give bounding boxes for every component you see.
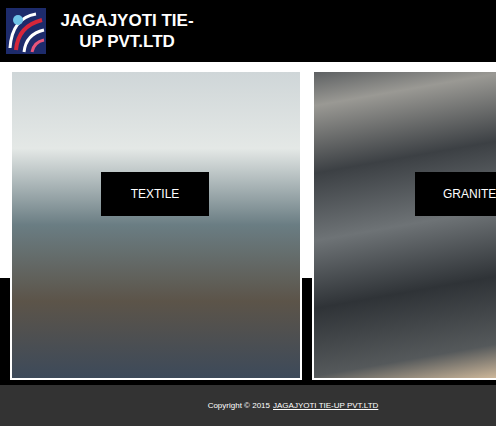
copyright-text: Copyright © 2015	[208, 401, 270, 410]
site-header: JAGAJYOTI TIE-UP PVT.LTD	[0, 0, 496, 62]
category-card[interactable]: TEXTILE	[10, 70, 302, 380]
category-label[interactable]: TEXTILE	[101, 172, 209, 216]
company-logo-icon[interactable]	[6, 8, 46, 54]
category-card[interactable]: GRANITE	[312, 70, 496, 380]
footer-link[interactable]: JAGAJYOTI TIE-UP PVT.LTD	[273, 401, 378, 410]
category-label[interactable]: GRANITE	[415, 172, 496, 216]
site-footer: Copyright © 2015JAGAJYOTI TIE-UP PVT.LTD	[0, 385, 496, 426]
site-title[interactable]: JAGAJYOTI TIE-UP PVT.LTD	[52, 10, 202, 52]
category-section: TEXTILE GRANITE	[0, 62, 496, 385]
